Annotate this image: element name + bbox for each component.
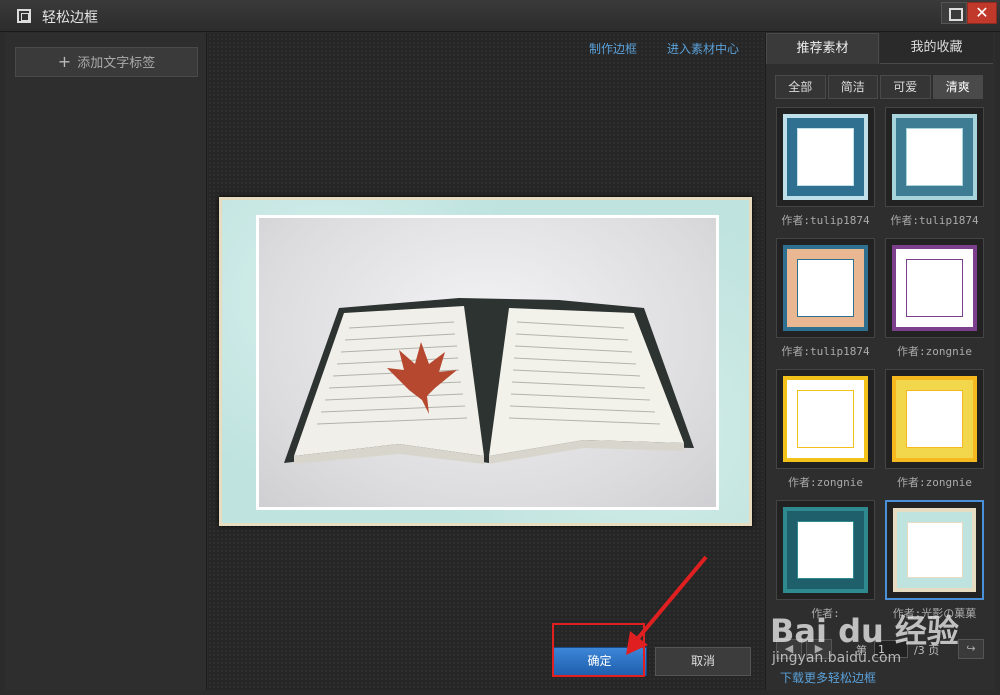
photo-open-book — [259, 218, 716, 507]
thumb-inner-photo-area — [797, 521, 854, 579]
thumbnail-image[interactable] — [885, 107, 984, 207]
thumbnail-image[interactable] — [885, 369, 984, 469]
canvas-area: 制作边框 进入素材中心 确定 取消 — [208, 33, 764, 690]
thumbnail-image[interactable] — [776, 369, 875, 469]
app-frame-icon — [17, 9, 31, 23]
thumbnail-image[interactable] — [776, 238, 875, 338]
frame-thumbnail[interactable]: 作者:tulip1874 — [776, 107, 875, 228]
frame-thumbnail[interactable]: 作者: — [776, 500, 875, 621]
thumbnail-author: 作者:zongnie — [897, 476, 972, 489]
thumb-inner-photo-area — [906, 128, 963, 186]
thumb-art — [783, 245, 868, 331]
thumb-art — [892, 114, 977, 200]
thumbnail-image[interactable] — [776, 500, 875, 600]
frame-thumbnail-selected[interactable]: 作者:光影の菓菓 — [885, 500, 984, 621]
thumb-inner-photo-area — [797, 259, 854, 317]
thumb-inner-photo-area — [906, 259, 963, 317]
window-title: 轻松边框 — [42, 10, 98, 26]
pagination: ◀ ▶ 第 /3 页 ↪ — [776, 639, 986, 661]
prev-page-button[interactable]: ◀ — [776, 639, 802, 659]
tab-my-favorites[interactable]: 我的收藏 — [880, 33, 993, 64]
thumbnail-author: 作者:tulip1874 — [781, 214, 870, 227]
filter-simple[interactable]: 简洁 — [827, 75, 878, 99]
confirm-button[interactable]: 确定 — [552, 647, 647, 676]
page-total: /3 页 — [914, 644, 940, 657]
jump-page-button[interactable]: ↪ — [958, 639, 984, 659]
left-panel: + 添加文字标签 — [5, 33, 207, 690]
frame-thumbnail[interactable]: 作者:zongnie — [776, 369, 875, 490]
thumbnail-image[interactable] — [885, 238, 984, 338]
page-prefix: 第 — [856, 644, 867, 657]
maximize-icon[interactable] — [941, 2, 967, 24]
thumb-art — [783, 376, 868, 462]
filter-all[interactable]: 全部 — [775, 75, 826, 99]
thumbnail-author: 作者:zongnie — [788, 476, 863, 489]
thumb-art — [892, 245, 977, 331]
tab-recommended-materials[interactable]: 推荐素材 — [766, 33, 879, 64]
category-filters: 全部 简洁 可爱 清爽 — [775, 75, 985, 99]
open-book-illustration — [284, 298, 694, 464]
frame-thumbnail[interactable]: 作者:tulip1874 — [776, 238, 875, 359]
add-text-label-button[interactable]: + 添加文字标签 — [15, 47, 198, 77]
thumb-inner-photo-area — [907, 522, 962, 578]
thumbnail-image[interactable] — [885, 500, 984, 600]
thumbnail-image[interactable] — [776, 107, 875, 207]
download-more-link[interactable]: 下载更多轻松边框 — [780, 669, 876, 686]
thumb-inner-photo-area — [906, 390, 963, 448]
frame-thumbnail[interactable]: 作者:zongnie — [885, 238, 984, 359]
thumb-art — [893, 508, 976, 592]
next-page-button[interactable]: ▶ — [806, 639, 832, 659]
filter-fresh[interactable]: 清爽 — [932, 75, 983, 99]
frame-thumbnail[interactable]: 作者:zongnie — [885, 369, 984, 490]
cancel-button[interactable]: 取消 — [655, 647, 751, 676]
filter-cute[interactable]: 可爱 — [880, 75, 931, 99]
make-frame-link[interactable]: 制作边框 — [589, 40, 637, 57]
right-panel: 推荐素材 我的收藏 全部 简洁 可爱 清爽 作者:tulip1874 作者:tu… — [765, 33, 995, 690]
close-icon[interactable]: ✕ — [967, 2, 997, 24]
thumb-art — [892, 376, 977, 462]
thumbnail-author: 作者:zongnie — [897, 345, 972, 358]
frame-thumbnail[interactable]: 作者:tulip1874 — [885, 107, 984, 228]
thumbnail-author: 作者: — [811, 607, 840, 620]
plus-icon: + — [57, 52, 72, 71]
framed-photo-preview — [219, 197, 752, 526]
thumbnail-author: 作者:tulip1874 — [890, 214, 979, 227]
photo-mat — [256, 215, 719, 510]
thumb-art — [783, 507, 868, 593]
page-number-input[interactable] — [874, 640, 908, 658]
window-title-bar: 轻松边框 ✕ — [0, 0, 1000, 32]
thumb-art — [783, 114, 868, 200]
thumbnail-author: 作者:光影の菓菓 — [892, 607, 977, 620]
thumb-inner-photo-area — [797, 128, 854, 186]
material-center-link[interactable]: 进入素材中心 — [667, 40, 739, 57]
add-text-label-text: 添加文字标签 — [77, 56, 156, 71]
thumbnail-author: 作者:tulip1874 — [781, 345, 870, 358]
thumb-inner-photo-area — [797, 390, 854, 448]
